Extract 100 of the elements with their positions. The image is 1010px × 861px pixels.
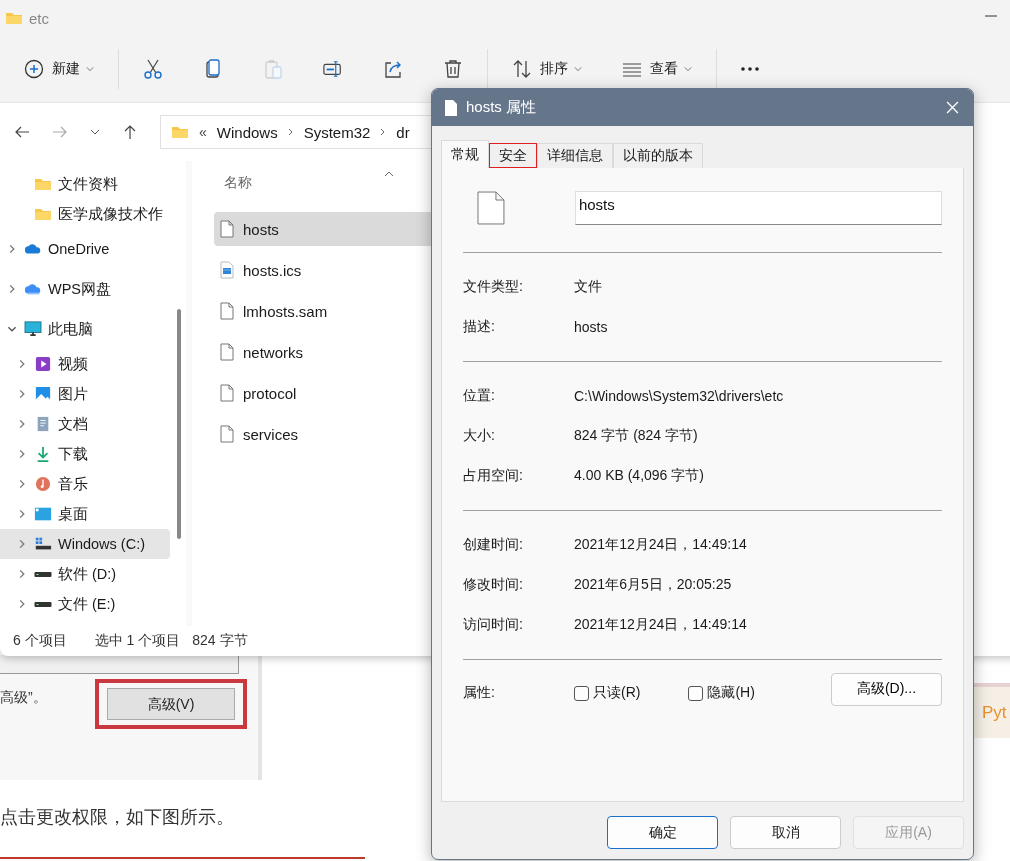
nav-item[interactable]: OneDrive	[0, 229, 170, 269]
property-label: 占用空间:	[463, 467, 524, 485]
up-icon[interactable]	[122, 124, 138, 140]
rename-icon	[323, 59, 343, 79]
checkbox[interactable]: 只读(R)	[574, 684, 641, 702]
advanced-button[interactable]: 高级(D)...	[831, 672, 942, 706]
file-icon	[220, 425, 234, 443]
back-icon[interactable]	[14, 124, 30, 140]
delete-icon	[443, 59, 463, 79]
folder-icon	[171, 124, 189, 140]
caret-icon	[574, 66, 582, 72]
nav-item[interactable]: Windows (C:)	[0, 529, 170, 559]
status-text: 6 个项目	[13, 632, 67, 650]
card-title: Pyt	[982, 702, 1007, 723]
nav-item[interactable]: 文档	[0, 409, 170, 439]
dialog-title: hosts 属性	[466, 98, 538, 117]
name-field[interactable]: hosts	[574, 191, 942, 225]
calendar-file-icon	[220, 261, 234, 279]
column-header[interactable]: 名称	[224, 174, 252, 192]
file-icon	[444, 98, 458, 117]
property-label: 文件类型:	[463, 278, 524, 296]
nav-item[interactable]: 此电脑	[0, 309, 170, 349]
chevron-icon	[380, 127, 387, 137]
nav-item[interactable]: 下载	[0, 439, 170, 469]
property-value: 4.00 KB (4,096 字节)	[574, 467, 704, 485]
monitor-icon	[24, 321, 42, 337]
folder-icon	[34, 206, 52, 222]
paste-icon	[263, 59, 283, 79]
toolbar-button[interactable]: 查看	[612, 51, 702, 87]
nav-item[interactable]: 软件 (D:)	[0, 559, 170, 589]
dialog-button[interactable]: 确定	[607, 816, 718, 849]
property-value: C:\Windows\System32\drivers\etc	[574, 388, 784, 404]
copy-icon	[203, 59, 223, 79]
scrollbar[interactable]	[177, 309, 181, 539]
checkbox[interactable]: 隐藏(H)	[688, 684, 755, 702]
sort-icon	[512, 59, 532, 79]
drive-icon	[34, 601, 52, 607]
file-row[interactable]: networks	[214, 335, 574, 369]
dialog-button[interactable]: 取消	[730, 816, 841, 849]
status-text: 824 字节	[192, 632, 248, 650]
window-title: etc	[29, 9, 49, 27]
cloud-icon	[24, 241, 42, 257]
nav-item[interactable]: 文件资料	[0, 169, 170, 199]
property-label: 大小:	[463, 427, 496, 445]
paragraph: 点击更改权限，如下图所示。	[0, 806, 234, 829]
breadcrumb[interactable]: System32	[303, 123, 371, 141]
desktop-icon	[34, 506, 52, 522]
tab[interactable]: 详细信息	[537, 143, 613, 168]
nav-item[interactable]: WPS网盘	[0, 269, 170, 309]
tab[interactable]: 常规	[441, 140, 489, 168]
property-value: 824 字节 (824 字节)	[574, 427, 698, 445]
toolbar-button[interactable]: 新建	[14, 51, 104, 87]
checkbox-square[interactable]	[688, 685, 704, 701]
share-icon	[383, 59, 403, 79]
property-value: 文件	[574, 278, 602, 296]
property-label: 位置:	[463, 387, 496, 405]
property-value: 2021年12月24日，14:49:14	[574, 536, 747, 554]
music-icon	[34, 476, 52, 492]
scissors-icon	[143, 59, 163, 79]
file-icon	[220, 343, 234, 361]
nav-item[interactable]: 图片	[0, 379, 170, 409]
image-icon	[34, 386, 52, 402]
property-label: 描述:	[463, 318, 496, 336]
file-icon	[220, 384, 234, 402]
snippet-text: 高级”。	[0, 689, 47, 707]
property-label: 创建时间:	[463, 536, 524, 554]
drive-icon	[34, 571, 52, 577]
file-icon	[220, 220, 234, 238]
nav-item[interactable]: 桌面	[0, 499, 170, 529]
toolbar-button[interactable]: 排序	[502, 51, 592, 87]
file-icon	[220, 302, 234, 320]
property-value: 2021年6月5日，20:05:25	[574, 576, 732, 594]
breadcrumb[interactable]: Windows	[216, 123, 278, 141]
property-label: 访问时间:	[463, 616, 524, 634]
caret-icon	[86, 66, 94, 72]
close-icon[interactable]	[946, 101, 959, 114]
tab[interactable]: 安全	[489, 143, 537, 168]
video-icon	[34, 356, 52, 372]
status-text: 选中 1 个项目	[94, 632, 181, 650]
folder-icon	[5, 10, 23, 26]
folder-icon	[34, 176, 52, 192]
nav-item[interactable]: 文件 (E:)	[0, 589, 170, 619]
add-icon	[24, 59, 44, 79]
nav-item[interactable]: 视频	[0, 349, 170, 379]
chevron-icon	[287, 127, 294, 137]
property-value: hosts	[574, 319, 608, 335]
overflow-marker[interactable]: «	[199, 124, 207, 140]
caret-icon[interactable]	[90, 129, 100, 135]
drive-icon	[34, 536, 52, 552]
breadcrumb[interactable]: dr	[396, 123, 410, 141]
checkbox-square[interactable]	[574, 685, 589, 701]
tab[interactable]: 以前的版本	[613, 143, 703, 168]
property-label: 属性:	[463, 684, 496, 702]
sort-caret-icon	[384, 171, 394, 177]
more-icon	[741, 67, 759, 71]
forward-icon[interactable]	[52, 124, 68, 140]
property-label: 修改时间:	[463, 576, 524, 594]
nav-item[interactable]: 医学成像技术作	[0, 199, 170, 229]
cloud-icon	[24, 281, 42, 297]
nav-item[interactable]: 音乐	[0, 469, 170, 499]
